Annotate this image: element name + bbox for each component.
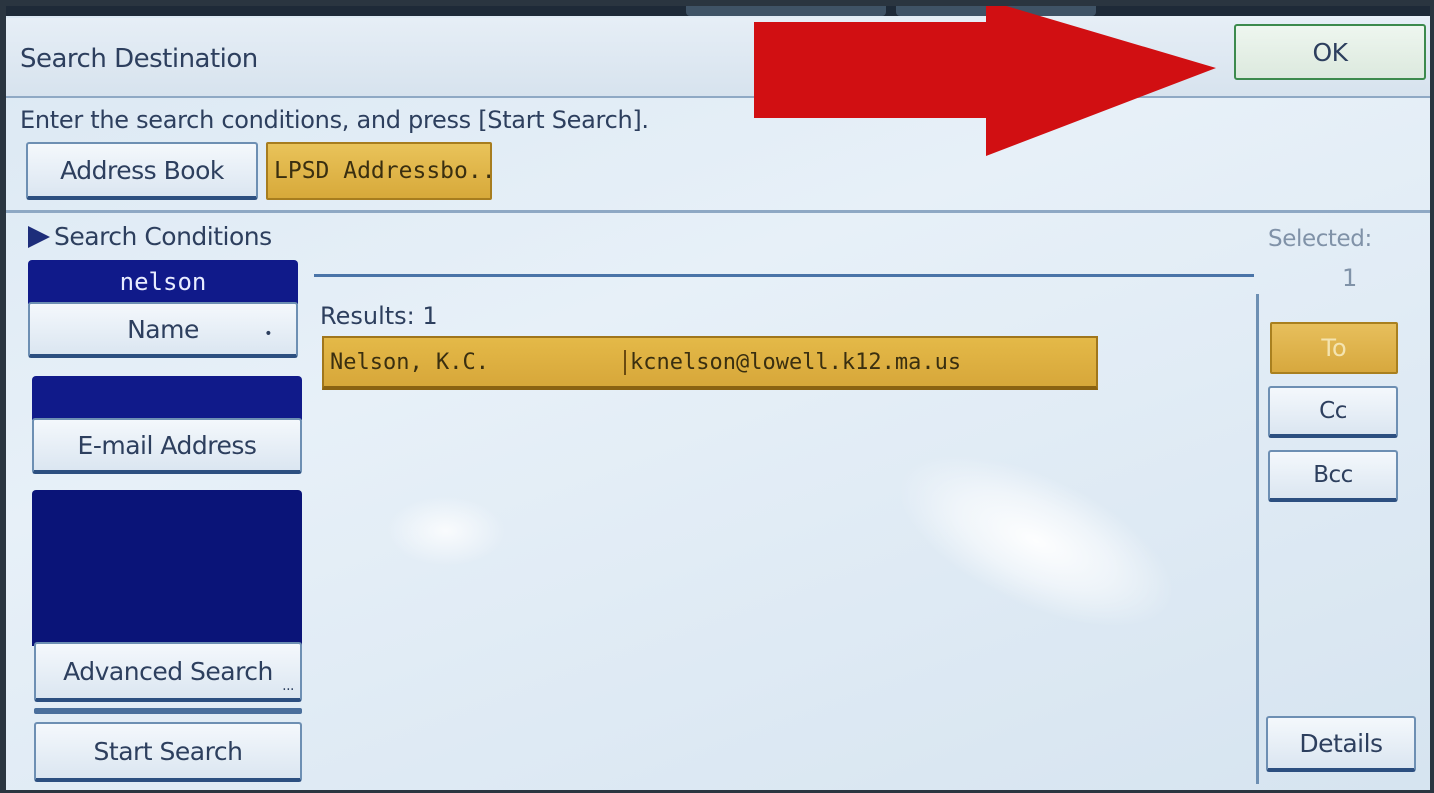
advanced-search-value[interactable]: [32, 490, 302, 646]
details-button[interactable]: Details: [1266, 716, 1416, 772]
email-field-button[interactable]: E-mail Address: [32, 418, 302, 474]
selected-label: Selected:: [1268, 226, 1372, 252]
ellipsis-icon: ...: [282, 678, 294, 694]
advanced-search-button[interactable]: Advanced Search ...: [34, 642, 302, 702]
results-divider: [314, 274, 1254, 277]
screen-glare: [386, 496, 506, 566]
email-search-value[interactable]: [32, 376, 302, 420]
copier-screen: Search Destination OK Enter the search c…: [6, 6, 1430, 790]
to-button[interactable]: To: [1270, 322, 1398, 374]
start-search-button[interactable]: Start Search: [34, 722, 302, 782]
divider: [34, 708, 302, 714]
ok-button[interactable]: OK: [1234, 24, 1426, 80]
divider: [1256, 294, 1259, 784]
tab-address-book[interactable]: Address Book: [26, 142, 258, 200]
advanced-search-label: Advanced Search: [63, 656, 273, 686]
name-field-label: Name: [127, 314, 199, 344]
selected-count: 1: [1342, 264, 1358, 292]
name-search-value[interactable]: nelson: [28, 260, 298, 304]
name-field-button[interactable]: Name •: [28, 302, 298, 358]
search-conditions-header: Search Conditions: [28, 222, 272, 251]
bcc-button[interactable]: Bcc: [1268, 450, 1398, 502]
result-row[interactable]: Nelson, K.C. kcnelson@lowell.k12.ma.us: [322, 336, 1098, 390]
screen-glare: [872, 418, 1200, 664]
divider: [6, 210, 1430, 213]
tab-lpsd-addressbook[interactable]: LPSD Addressbo..: [266, 142, 492, 200]
instruction-text: Enter the search conditions, and press […: [20, 106, 649, 134]
result-email: kcnelson@lowell.k12.ma.us: [624, 349, 961, 375]
results-count: Results: 1: [320, 302, 438, 330]
dropdown-dot-icon: •: [264, 326, 272, 342]
result-name: Nelson, K.C.: [330, 349, 489, 375]
triangle-right-icon: [28, 225, 50, 248]
red-arrow-annotation: [754, 6, 1216, 156]
search-conditions-label: Search Conditions: [54, 222, 272, 251]
cc-button[interactable]: Cc: [1268, 386, 1398, 438]
dialog-title: Search Destination: [20, 44, 258, 74]
